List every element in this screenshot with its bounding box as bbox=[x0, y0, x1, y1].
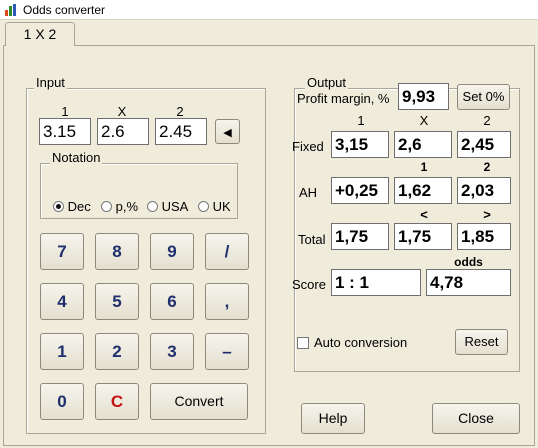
ah-label: AH bbox=[299, 185, 318, 200]
input-group-label: Input bbox=[34, 75, 67, 90]
key-4[interactable]: 4 bbox=[40, 283, 84, 320]
score-label: Score bbox=[292, 277, 326, 292]
notation-option-usa[interactable]: USA bbox=[147, 199, 188, 214]
close-button[interactable]: Close bbox=[432, 403, 520, 434]
output-col-header-1: 1 bbox=[357, 113, 365, 128]
reset-button[interactable]: Reset bbox=[455, 329, 508, 355]
key-5[interactable]: 5 bbox=[95, 283, 139, 320]
key-6[interactable]: 6 bbox=[150, 283, 194, 320]
key-comma[interactable]: , bbox=[205, 283, 249, 320]
auto-conversion-label: Auto conversion bbox=[314, 335, 408, 350]
convert-button[interactable]: Convert bbox=[150, 383, 248, 420]
ah-header-1: 1 bbox=[420, 160, 428, 174]
set-zero-button[interactable]: Set 0% bbox=[457, 84, 510, 110]
key-3[interactable]: 3 bbox=[150, 333, 194, 370]
score-value[interactable]: 1 : 1 bbox=[331, 269, 421, 296]
radio-uk-icon bbox=[198, 201, 209, 212]
total-odds-under[interactable]: 1,75 bbox=[394, 223, 452, 250]
ah-odds-1[interactable]: 1,62 bbox=[394, 177, 452, 204]
input-odds-x[interactable]: 2.6 bbox=[97, 118, 149, 145]
window-title: Odds converter bbox=[23, 3, 106, 17]
notation-option-dec[interactable]: Dec bbox=[53, 199, 91, 214]
score-odds-value[interactable]: 4,78 bbox=[426, 269, 511, 296]
radio-usa-icon bbox=[147, 201, 158, 212]
notation-label: Notation bbox=[50, 150, 103, 165]
fixed-odds-2[interactable]: 2,45 bbox=[457, 131, 511, 158]
total-header-under: < bbox=[420, 207, 428, 222]
backspace-button[interactable]: ◀ bbox=[215, 119, 240, 144]
total-label: Total bbox=[298, 232, 326, 247]
key-divide[interactable]: / bbox=[205, 233, 249, 270]
key-2[interactable]: 2 bbox=[95, 333, 139, 370]
input-col-header-x: X bbox=[117, 104, 127, 119]
output-group-label: Output bbox=[305, 75, 349, 90]
input-odds-1[interactable]: 3.15 bbox=[39, 118, 91, 145]
notation-option-uk[interactable]: UK bbox=[198, 199, 231, 214]
key-9[interactable]: 9 bbox=[150, 233, 194, 270]
radio-percent-icon bbox=[101, 201, 112, 212]
profit-margin-value[interactable]: 9,93 bbox=[398, 83, 449, 110]
notation-option-percent[interactable]: p,% bbox=[101, 199, 138, 214]
ah-handicap[interactable]: +0,25 bbox=[331, 177, 389, 204]
tab-1x2[interactable]: 1 X 2 bbox=[5, 22, 75, 46]
key-minus[interactable]: – bbox=[205, 333, 249, 370]
auto-conversion-checkbox[interactable] bbox=[297, 337, 309, 349]
total-header-over: > bbox=[483, 207, 491, 222]
bar-chart-icon bbox=[5, 4, 18, 16]
ah-header-2: 2 bbox=[483, 160, 491, 174]
profit-margin-label: Profit margin, % bbox=[297, 91, 390, 106]
key-7[interactable]: 7 bbox=[40, 233, 84, 270]
key-8[interactable]: 8 bbox=[95, 233, 139, 270]
input-odds-2[interactable]: 2.45 bbox=[155, 118, 207, 145]
left-triangle-icon: ◀ bbox=[223, 127, 232, 139]
radio-dec-icon bbox=[53, 201, 64, 212]
help-button[interactable]: Help bbox=[301, 403, 365, 434]
output-col-header-x: X bbox=[419, 113, 429, 128]
fixed-odds-x[interactable]: 2,6 bbox=[394, 131, 452, 158]
title-bar: Odds converter bbox=[0, 0, 538, 20]
key-1[interactable]: 1 bbox=[40, 333, 84, 370]
score-odds-header: odds bbox=[454, 255, 483, 269]
total-line[interactable]: 1,75 bbox=[331, 223, 389, 250]
output-col-header-2: 2 bbox=[483, 113, 491, 128]
key-clear[interactable]: C bbox=[95, 383, 139, 420]
input-col-header-2: 2 bbox=[176, 104, 184, 119]
ah-odds-2[interactable]: 2,03 bbox=[457, 177, 511, 204]
fixed-label: Fixed bbox=[292, 139, 324, 154]
total-odds-over[interactable]: 1,85 bbox=[457, 223, 511, 250]
input-col-header-1: 1 bbox=[61, 104, 69, 119]
fixed-odds-1[interactable]: 3,15 bbox=[331, 131, 389, 158]
key-0[interactable]: 0 bbox=[40, 383, 84, 420]
